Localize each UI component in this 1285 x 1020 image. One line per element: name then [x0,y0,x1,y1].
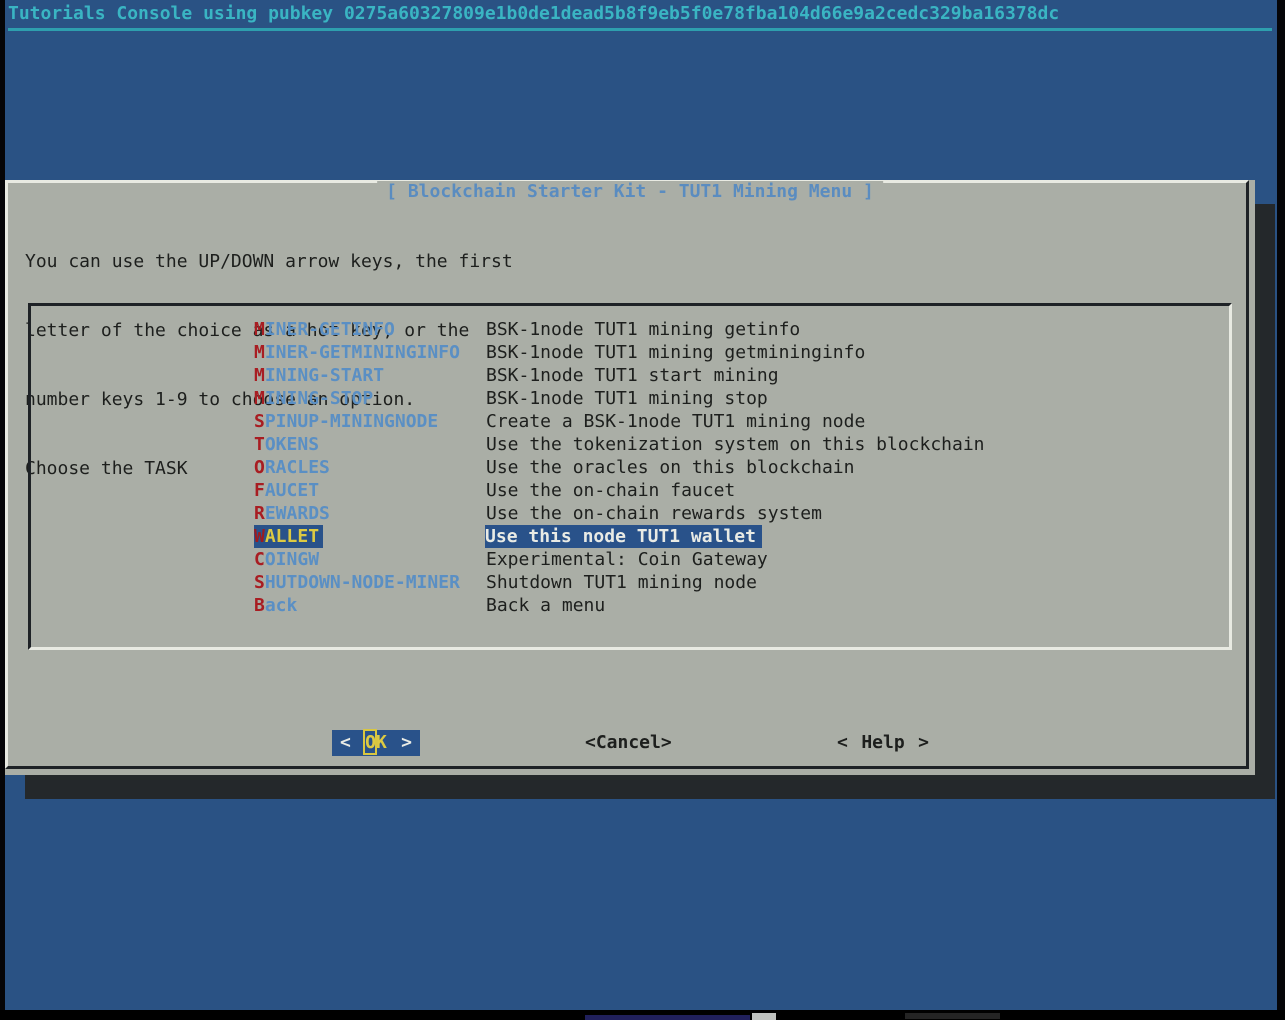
menu-item-wallet-selected[interactable]: WALLET Use this node TUT1 wallet [31,525,1229,548]
menu-item-tag: PINUP-MININGNODE [265,411,438,432]
menu-item-tag: INER-GETINFO [265,319,395,340]
menu-item-shutdown-node-miner[interactable]: SHUTDOWN-NODE-MINER Shutdown TUT1 mining… [31,571,1229,594]
hotkey-letter: B [254,595,265,616]
menu-item-tag: OINGW [265,549,319,570]
hotkey-letter: M [254,319,265,340]
cancel-button[interactable]: <Cancel> [585,730,672,756]
taskbar-fragment-text [905,1013,1000,1019]
menu-item-description: BSK-1node TUT1 mining getinfo [486,318,800,341]
title-underline [8,28,1272,31]
menu-item-tag: INER-GETMININGINFO [265,342,460,363]
hotkey-letter: F [254,480,265,501]
ok-label: K [376,732,387,753]
menu-item-description: BSK-1node TUT1 mining stop [486,387,768,410]
menu-item-tag: AUCET [265,480,319,501]
menu-list: MINER-GETINFO BSK-1node TUT1 mining geti… [28,303,1232,650]
hotkey-letter: O [254,457,265,478]
menu-item-tag: ALLET [265,526,319,547]
menu-item-tag: EWARDS [265,503,330,524]
hotkey-letter: R [254,503,265,524]
mining-menu-dialog: [ Blockchain Starter Kit - TUT1 Mining M… [5,180,1255,775]
menu-item-mining-stop[interactable]: MINING-STOP BSK-1node TUT1 mining stop [31,387,1229,410]
taskbar-fragment-navy [585,1015,750,1020]
menu-item-faucet[interactable]: FAUCET Use the on-chain faucet [31,479,1229,502]
dialog-title: [ Blockchain Starter Kit - TUT1 Mining M… [377,181,883,202]
menu-item-description: Back a menu [486,594,605,617]
menu-item-tag: OKENS [265,434,319,455]
menu-item-description: Use the on-chain faucet [486,479,735,502]
ok-button[interactable]: < OK > [332,730,420,756]
hotkey-letter: S [254,411,265,432]
menu-item-description: Experimental: Coin Gateway [486,548,768,571]
menu-item-miner-getmininginfo[interactable]: MINER-GETMININGINFO BSK-1node TUT1 minin… [31,341,1229,364]
menu-item-rewards[interactable]: REWARDS Use the on-chain rewards system [31,502,1229,525]
screen-edge-left [0,0,5,1020]
help-label: Help [861,730,904,756]
hotkey-letter: M [254,388,265,409]
screen-edge-right [1277,0,1285,1020]
hotkey-letter: C [254,549,265,570]
hotkey-letter: M [254,342,265,363]
help-close-angle: > [918,730,929,756]
menu-item-description: Shutdown TUT1 mining node [486,571,757,594]
menu-item-tag: INING-STOP [265,388,373,409]
menu-item-description: Use the tokenization system on this bloc… [486,433,985,456]
help-open-angle: < [837,730,848,756]
menu-item-tokens[interactable]: TOKENS Use the tokenization system on th… [31,433,1229,456]
menu-item-tag: ack [265,595,298,616]
menu-item-oracles[interactable]: ORACLES Use the oracles on this blockcha… [31,456,1229,479]
hotkey-letter: S [254,572,265,593]
menu-item-description: Use this node TUT1 wallet [485,525,762,548]
menu-item-coingw[interactable]: COINGW Experimental: Coin Gateway [31,548,1229,571]
menu-item-back[interactable]: Back Back a menu [31,594,1229,617]
menu-item-description: Use the oracles on this blockchain [486,456,854,479]
menu-item-description: Use the on-chain rewards system [486,502,822,525]
ok-open-angle: < [340,730,351,756]
hotkey-letter: M [254,365,265,386]
ok-close-angle: > [401,730,412,756]
menu-item-tag: HUTDOWN-NODE-MINER [265,572,460,593]
console-title-bar: Tutorials Console using pubkey 0275a6032… [8,2,1268,26]
help-button[interactable]: < Help > [837,730,929,756]
menu-item-description: Create a BSK-1node TUT1 mining node [486,410,865,433]
instruction-line: You can use the UP/DOWN arrow keys, the … [25,250,513,273]
menu-item-spinup-miningnode[interactable]: SPINUP-MININGNODE Create a BSK-1node TUT… [31,410,1229,433]
menu-item-description: BSK-1node TUT1 start mining [486,364,779,387]
menu-item-tag: RACLES [265,457,330,478]
taskbar-fragment-light [752,1013,776,1020]
hotkey-letter: W [254,526,265,547]
hotkey-letter: T [254,434,265,455]
text-cursor: O [365,732,376,753]
menu-item-miner-getinfo[interactable]: MINER-GETINFO BSK-1node TUT1 mining geti… [31,318,1229,341]
menu-item-description: BSK-1node TUT1 mining getmininginfo [486,341,865,364]
menu-item-mining-start[interactable]: MINING-START BSK-1node TUT1 start mining [31,364,1229,387]
menu-item-tag: INING-START [265,365,384,386]
